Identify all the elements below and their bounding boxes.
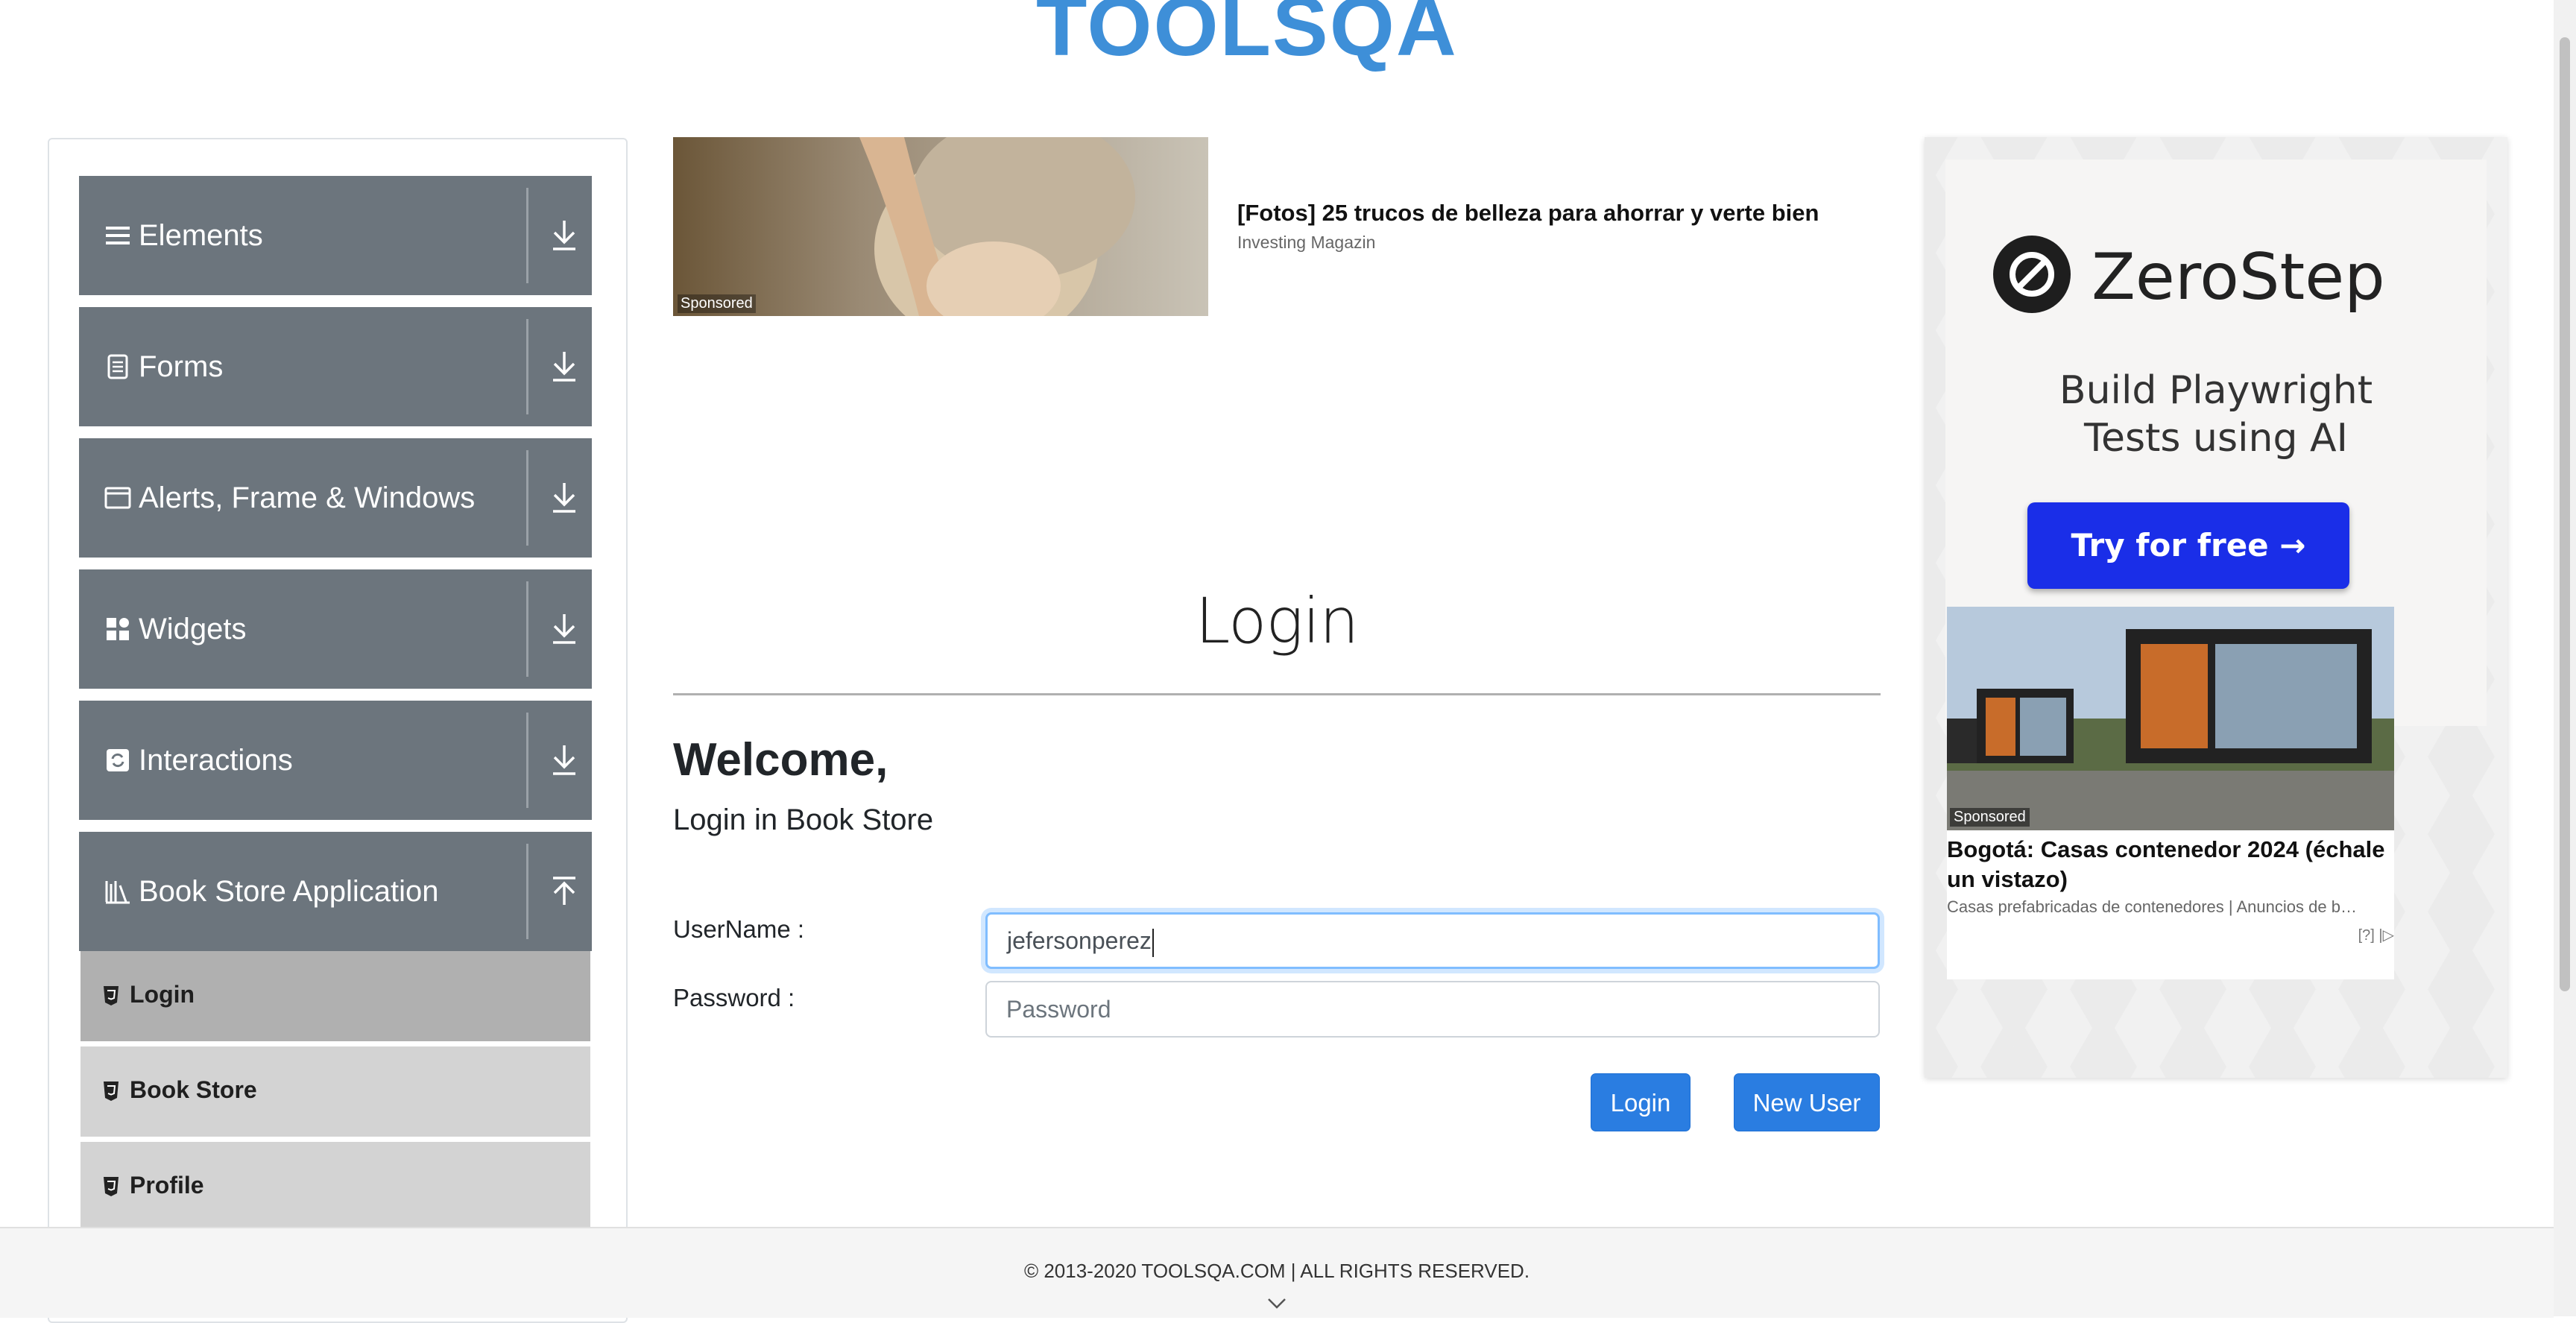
zerostep-brand: ZeroStep: [2092, 240, 2385, 315]
document-icon: [107, 354, 128, 379]
sidebar-group-forms[interactable]: Forms: [79, 307, 592, 426]
sidebar-item-label: Book Store: [130, 1076, 257, 1103]
download-icon: [553, 745, 575, 775]
download-icon: [553, 483, 575, 513]
sidebar-item-profile[interactable]: Profile: [80, 1142, 590, 1234]
password-placeholder: Password: [1006, 996, 1111, 1023]
try-for-free-button[interactable]: Try for free →: [2027, 502, 2349, 589]
sidebar-group-label: Book Store Application: [139, 875, 439, 908]
ad-image[interactable]: Sponsored: [673, 137, 1208, 316]
tagline-line: Tests using AI: [2084, 416, 2348, 461]
chevron-down-icon[interactable]: [1267, 1297, 1287, 1310]
sidebar-item-label: Login: [130, 981, 195, 1008]
sidebar-group-elements[interactable]: Elements: [79, 176, 592, 295]
zerostep-logo-icon: [1993, 236, 2071, 313]
scrollbar[interactable]: [2554, 0, 2576, 1316]
ad-image[interactable]: Sponsored: [1947, 607, 2394, 830]
divider: [526, 844, 528, 939]
sidebar-item-label: Profile: [130, 1172, 204, 1199]
sidebar-group-label: Widgets: [139, 613, 247, 645]
sidebar-item-book-store[interactable]: Book Store: [80, 1046, 590, 1139]
sidebar-group-label: Elements: [139, 219, 263, 252]
text-caret: [1152, 928, 1154, 957]
sidebar-group-label: Forms: [139, 350, 224, 383]
books-icon: [105, 881, 130, 904]
scrollbar-thumb[interactable]: [2560, 37, 2570, 991]
toolsqa-logo[interactable]: TOOLSQA: [1036, 0, 1521, 88]
window-icon: [104, 487, 131, 509]
page-title: Login: [1195, 584, 1360, 657]
password-label: Password :: [673, 984, 795, 1011]
adchoices-icon[interactable]: [?] |▷: [2358, 926, 2394, 944]
html5-icon: [104, 1082, 119, 1101]
sidebar-group-book-store-application[interactable]: Book Store Application: [79, 832, 592, 951]
upload-icon: [553, 877, 575, 905]
username-label: UserName :: [673, 915, 805, 943]
grid-icon: [107, 618, 129, 640]
username-value: jefersonperez: [1007, 927, 1152, 954]
password-input[interactable]: Password: [985, 981, 1880, 1038]
divider: [526, 713, 528, 808]
zerostep-tagline: Build Playwright Tests using AI: [1945, 367, 2487, 462]
sidebar-group-alerts[interactable]: Alerts, Frame & Windows: [79, 438, 592, 558]
divider: [526, 188, 528, 283]
logo-text: TOOLSQA: [1036, 0, 1458, 73]
username-input[interactable]: jefersonperez: [985, 912, 1880, 969]
html5-icon: [104, 1177, 119, 1196]
hamburger-icon: [106, 227, 130, 244]
tagline-line: Build Playwright: [2059, 368, 2373, 413]
download-icon: [553, 352, 575, 382]
download-icon: [553, 614, 575, 644]
ad-source: Investing Magazin: [1237, 233, 1376, 252]
divider: [526, 581, 528, 677]
container-house-ad[interactable]: Sponsored Bogotá: Casas contenedor 2024 …: [1947, 607, 2394, 979]
sidebar-group-widgets[interactable]: Widgets: [79, 569, 592, 689]
footer: © 2013-2020 TOOLSQA.COM | ALL RIGHTS RES…: [0, 1227, 2554, 1318]
sponsored-label: Sponsored: [1950, 808, 2030, 827]
sidebar-group-label: Alerts, Frame & Windows: [139, 481, 476, 514]
ad-title[interactable]: [Fotos] 25 trucos de belleza para ahorra…: [1237, 200, 1819, 227]
refresh-icon: [107, 749, 129, 771]
welcome-heading: Welcome,: [673, 734, 888, 786]
sponsored-label: Sponsored: [678, 294, 756, 313]
divider: [673, 693, 1881, 695]
welcome-subtitle: Login in Book Store: [673, 803, 934, 836]
new-user-button[interactable]: New User: [1734, 1073, 1880, 1131]
login-button[interactable]: Login: [1591, 1073, 1690, 1131]
sidebar-group-interactions[interactable]: Interactions: [79, 701, 592, 820]
html5-icon: [104, 986, 119, 1005]
ad-source: Casas prefabricadas de contenedores | An…: [1947, 897, 2357, 916]
ad-title[interactable]: Bogotá: Casas contenedor 2024 (échale un…: [1947, 835, 2394, 894]
sidebar-item-login[interactable]: Login: [80, 951, 590, 1043]
divider: [526, 450, 528, 546]
sidebar-ad[interactable]: ZeroStep Build Playwright Tests using AI…: [1925, 137, 2507, 1078]
divider: [526, 319, 528, 414]
download-icon: [553, 221, 575, 250]
footer-copyright: © 2013-2020 TOOLSQA.COM | ALL RIGHTS RES…: [1023, 1260, 1530, 1282]
sidebar-group-label: Interactions: [139, 744, 293, 777]
